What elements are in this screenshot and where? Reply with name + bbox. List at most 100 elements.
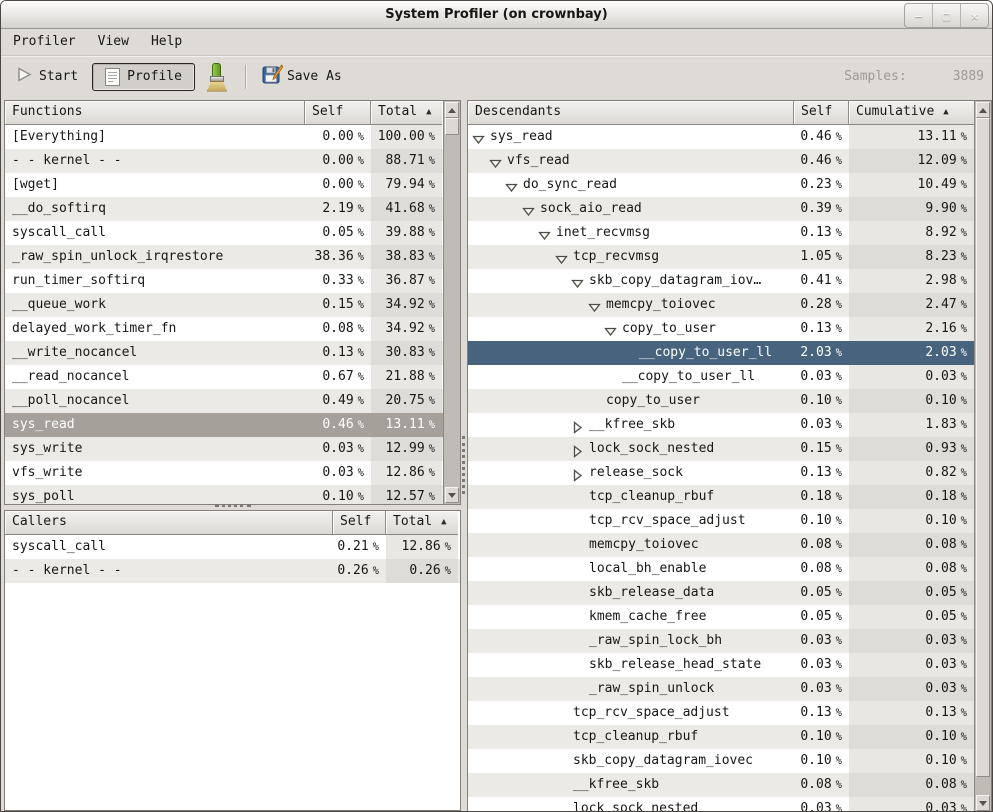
column-header-functions[interactable]: Functions <box>5 101 305 125</box>
table-row[interactable]: vfs_write0.03%12.86% <box>5 461 443 485</box>
tree-row[interactable]: tcp_cleanup_rbuf0.10%0.10% <box>468 725 974 749</box>
expander-open-icon[interactable] <box>522 203 535 216</box>
tree-row[interactable]: sys_read0.46%13.11% <box>468 125 974 149</box>
start-button[interactable]: Start <box>9 63 86 90</box>
table-row[interactable]: [wget]0.00%79.94% <box>5 173 443 197</box>
functions-scrollbar[interactable] <box>443 101 460 504</box>
expander-closed-icon[interactable] <box>571 419 584 432</box>
tree-row[interactable]: skb_copy_datagram_iov…0.41%2.98% <box>468 269 974 293</box>
menu-view[interactable]: View <box>98 29 129 55</box>
profile-toggle-button[interactable]: Profile <box>92 63 195 91</box>
table-row[interactable]: syscall_call0.21%12.86% <box>5 535 460 559</box>
tree-row[interactable]: tcp_rcv_space_adjust0.10%0.10% <box>468 509 974 533</box>
column-header-self[interactable]: Self <box>794 101 849 125</box>
tree-row[interactable]: skb_copy_datagram_iovec0.10%0.10% <box>468 749 974 773</box>
expander-open-icon[interactable] <box>588 299 601 312</box>
scroll-up-button[interactable] <box>976 102 990 118</box>
tree-row[interactable]: do_sync_read0.23%10.49% <box>468 173 974 197</box>
tree-row[interactable]: tcp_rcv_space_adjust0.13%0.13% <box>468 701 974 725</box>
table-row[interactable]: sys_write0.03%12.99% <box>5 437 443 461</box>
function-name-cell: lock_sock_nested <box>468 797 794 812</box>
tree-row[interactable]: kmem_cache_free0.05%0.05% <box>468 605 974 629</box>
percent-sign: % <box>836 707 842 719</box>
scroll-down-button[interactable] <box>976 795 990 811</box>
tree-row[interactable]: release_sock0.13%0.82% <box>468 461 974 485</box>
menu-profiler[interactable]: Profiler <box>13 29 76 55</box>
menu-help[interactable]: Help <box>151 29 182 55</box>
function-name: sock_aio_read <box>540 197 642 221</box>
tree-row[interactable]: skb_release_data0.05%0.05% <box>468 581 974 605</box>
function-name: [Everything] <box>12 125 106 149</box>
tree-row[interactable]: __kfree_skb0.08%0.08% <box>468 773 974 797</box>
expander-open-icon[interactable] <box>555 251 568 264</box>
table-row[interactable]: delayed_work_timer_fn0.08%34.92% <box>5 317 443 341</box>
table-row[interactable]: __poll_nocancel0.49%20.75% <box>5 389 443 413</box>
scroll-thumb[interactable] <box>445 118 459 135</box>
tree-row[interactable]: sock_aio_read0.39%9.90% <box>468 197 974 221</box>
table-row[interactable]: syscall_call0.05%39.88% <box>5 221 443 245</box>
table-row[interactable]: __write_nocancel0.13%30.83% <box>5 341 443 365</box>
tree-row[interactable]: local_bh_enable0.08%0.08% <box>468 557 974 581</box>
table-row[interactable]: [Everything]0.00%100.00% <box>5 125 443 149</box>
table-row[interactable]: - - kernel - -0.26%0.26% <box>5 559 460 583</box>
expander-closed-icon[interactable] <box>571 443 584 456</box>
tree-row[interactable]: __copy_to_user_ll2.03%2.03% <box>468 341 974 365</box>
column-header-self[interactable]: Self <box>333 511 386 535</box>
tree-row[interactable]: copy_to_user0.13%2.16% <box>468 317 974 341</box>
column-header-total[interactable]: Total▲ <box>386 511 458 535</box>
horizontal-splitter-grip[interactable] <box>215 504 251 507</box>
maximize-button[interactable]: □ <box>932 4 960 27</box>
table-row[interactable]: __read_nocancel0.67%21.88% <box>5 365 443 389</box>
column-header-descendants[interactable]: Descendants <box>468 101 794 125</box>
column-header-self[interactable]: Self <box>305 101 371 125</box>
tree-row[interactable]: tcp_recvmsg1.05%8.23% <box>468 245 974 269</box>
expander-open-icon[interactable] <box>538 227 551 240</box>
brush-button[interactable] <box>197 59 235 95</box>
tree-row[interactable]: __copy_to_user_ll0.03%0.03% <box>468 365 974 389</box>
percent-sign: % <box>961 491 967 503</box>
tree-row[interactable]: skb_release_head_state0.03%0.03% <box>468 653 974 677</box>
table-row[interactable]: sys_poll0.10%12.57% <box>5 485 443 504</box>
vertical-splitter-grip[interactable] <box>462 436 465 494</box>
tree-row[interactable]: lock_sock_nested0.15%0.93% <box>468 437 974 461</box>
tree-row[interactable]: memcpy_toiovec0.28%2.47% <box>468 293 974 317</box>
value-cell: 0.00% <box>305 125 371 149</box>
tree-row[interactable]: _raw_spin_unlock0.03%0.03% <box>468 677 974 701</box>
table-row[interactable]: __queue_work0.15%34.92% <box>5 293 443 317</box>
tree-row[interactable]: memcpy_toiovec0.08%0.08% <box>468 533 974 557</box>
tree-row[interactable]: lock_sock_nested0.03%0.03% <box>468 797 974 812</box>
expander-open-icon[interactable] <box>604 323 617 336</box>
minimize-button[interactable]: – <box>905 4 932 27</box>
value-cell: 0.03% <box>794 677 849 701</box>
column-header-cumulative[interactable]: Cumulative▲ <box>849 101 974 125</box>
titlebar[interactable]: System Profiler (on crownbay) – □ ✕ <box>1 1 992 29</box>
scroll-thumb[interactable] <box>976 118 990 777</box>
tree-row[interactable]: vfs_read0.46%12.09% <box>468 149 974 173</box>
function-name: sys_write <box>12 437 82 461</box>
expander-open-icon[interactable] <box>489 155 502 168</box>
table-row[interactable]: - - kernel - -0.00%88.71% <box>5 149 443 173</box>
scroll-down-button[interactable] <box>445 487 459 503</box>
table-row[interactable]: run_timer_softirq0.33%36.87% <box>5 269 443 293</box>
tree-row[interactable]: inet_recvmsg0.13%8.92% <box>468 221 974 245</box>
tree-row[interactable]: tcp_cleanup_rbuf0.18%0.18% <box>468 485 974 509</box>
table-row[interactable]: __do_softirq2.19%41.68% <box>5 197 443 221</box>
scroll-up-button[interactable] <box>445 102 459 118</box>
function-name: _raw_spin_unlock_irqrestore <box>12 245 223 269</box>
descendants-scrollbar[interactable] <box>974 101 991 812</box>
column-header-callers[interactable]: Callers <box>5 511 333 535</box>
expander-open-icon[interactable] <box>571 275 584 288</box>
column-header-total[interactable]: Total▲ <box>371 101 442 125</box>
tree-row[interactable]: _raw_spin_lock_bh0.03%0.03% <box>468 629 974 653</box>
table-row[interactable]: sys_read0.46%13.11% <box>5 413 443 437</box>
expander-open-icon[interactable] <box>472 131 485 144</box>
tree-row[interactable]: __kfree_skb0.03%1.83% <box>468 413 974 437</box>
expander-open-icon[interactable] <box>505 179 518 192</box>
close-button[interactable]: ✕ <box>960 4 988 27</box>
save-as-button[interactable]: Save As <box>254 60 350 93</box>
value-cell: 0.15% <box>305 293 371 317</box>
function-name: tcp_rcv_space_adjust <box>573 701 730 725</box>
tree-row[interactable]: copy_to_user0.10%0.10% <box>468 389 974 413</box>
expander-closed-icon[interactable] <box>571 467 584 480</box>
table-row[interactable]: _raw_spin_unlock_irqrestore38.36%38.83% <box>5 245 443 269</box>
